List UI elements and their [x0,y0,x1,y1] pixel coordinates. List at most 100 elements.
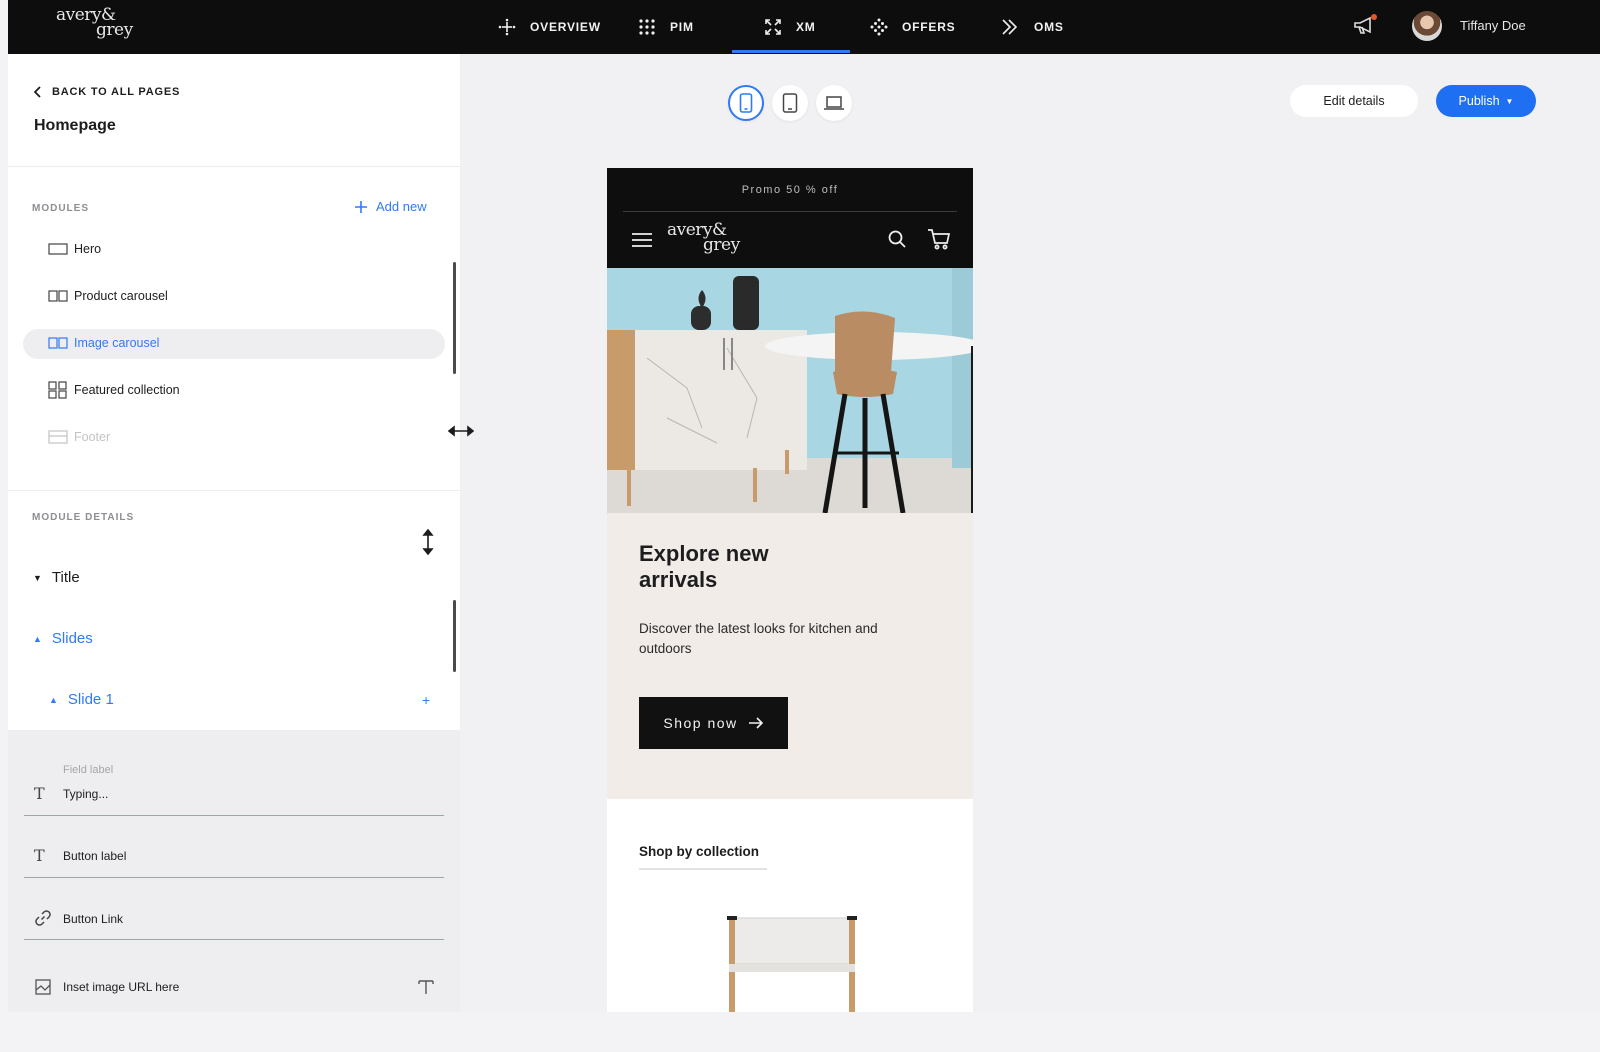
brand-logo[interactable]: avery& grey [56,7,133,40]
back-link-label: BACK TO ALL PAGES [52,86,181,98]
move-icon [498,18,516,36]
module-label: Featured collection [74,383,180,397]
publish-label: Publish [1458,94,1500,108]
announcement-icon[interactable] [1352,13,1380,39]
tree-item-slide-1[interactable]: ▲ Slide 1 [49,691,114,708]
field-value: Button label [63,849,127,863]
nav-item-label: XM [796,20,816,34]
diamond-dots-icon [870,18,888,36]
module-label: Image carousel [74,336,160,350]
add-new-module-button[interactable]: Add new [354,199,427,214]
hero-module-icon [48,243,68,255]
grid-dots-icon [639,19,655,35]
top-navigation-bar: avery& grey OVERVIEW PIM XM OFFERS OMS T… [8,0,1600,54]
laptop-icon [824,96,844,110]
divider [8,490,460,491]
shop-now-button[interactable]: Shop now [639,697,788,749]
tree-item-slides[interactable]: ▲ Slides [33,630,93,647]
nav-active-indicator [732,50,850,53]
cart-icon [928,229,951,250]
publish-button[interactable]: Publish ▼ [1436,85,1536,117]
tree-item-title[interactable]: ▼ Title [33,569,80,586]
expand-arrows-icon [765,19,781,35]
text-format-icon[interactable] [417,978,435,996]
tree-item-label: Title [51,569,80,586]
field-value: Button Link [63,912,124,926]
xm-page-editor: avery& grey OVERVIEW PIM XM OFFERS OMS T… [8,0,1600,1012]
nav-item-label: OMS [1034,20,1064,34]
nav-item-label: OFFERS [902,20,956,34]
module-item-image-carousel[interactable]: Image carousel [48,336,159,350]
text-icon: T [34,846,45,865]
preview-brand-logo: avery& grey [667,222,740,255]
field-value: Inset image URL here [63,980,180,994]
avatar[interactable] [1412,11,1442,41]
add-new-label: Add new [376,199,427,214]
shop-by-collection-title: Shop by collection [639,844,760,859]
left-sidebar: BACK TO ALL PAGES Homepage MODULES Add n… [8,54,474,1012]
caret-down-icon: ▼ [33,572,42,583]
carousel-module-icon [48,337,68,349]
mobile-icon [739,93,753,113]
mobile-page-preview[interactable]: Promo 50 % off avery& grey Explore new a… [607,168,973,1012]
hero-description: Discover the latest looks for kitchen an… [639,621,878,656]
resize-horizontal-icon[interactable] [448,424,474,438]
shop-now-label: Shop now [663,715,738,731]
hero-title: Explore new arrivals [639,541,769,592]
hero-image [607,268,973,513]
text-icon: T [34,784,45,803]
user-name[interactable]: Tiffany Doe [1460,18,1526,33]
tree-item-label: Slides [51,630,93,647]
brand-logo-line2: grey [96,20,133,40]
tree-item-label: Slide 1 [67,691,114,708]
device-desktop-button[interactable] [816,85,852,121]
edit-details-button[interactable]: Edit details [1290,85,1418,117]
nav-item-xm[interactable]: XM [764,0,816,54]
caret-up-icon: ▲ [33,633,42,644]
promo-banner: Promo 50 % off [607,168,973,212]
tablet-icon [782,93,798,113]
field-heading[interactable]: Field label T Typing... [24,730,444,816]
plus-icon [355,200,367,213]
hero-content: Explore new arrivals Discover the latest… [607,513,973,799]
module-details-section-label: MODULE DETAILS [32,512,135,523]
carousel-module-icon [48,290,68,302]
link-icon [35,910,51,926]
nav-item-pim[interactable]: PIM [638,0,694,54]
caret-down-icon: ▼ [1505,96,1514,106]
edit-details-label: Edit details [1323,94,1385,108]
hamburger-menu-icon [632,233,652,247]
divider [8,166,460,167]
device-tablet-button[interactable] [772,85,808,121]
module-item-product-carousel[interactable]: Product carousel [48,289,168,303]
chevrons-right-icon [1002,19,1018,35]
arrow-right-icon [748,717,763,729]
modules-scrollbar[interactable] [453,262,456,374]
field-value: Typing... [63,787,109,801]
collection-title-underline [639,868,767,870]
module-label: Product carousel [74,289,168,303]
field-label: Field label [63,764,114,776]
product-image [727,916,857,1012]
nav-item-label: OVERVIEW [530,20,601,34]
nav-item-offers[interactable]: OFFERS [870,0,955,54]
footer-module-icon [48,430,68,444]
details-scrollbar[interactable] [453,600,456,672]
brand-logo-line2: grey [703,235,740,255]
resize-vertical-icon[interactable] [421,529,435,555]
modules-section-label: MODULES [32,203,89,214]
module-item-hero[interactable]: Hero [48,242,101,256]
back-to-all-pages-link[interactable]: BACK TO ALL PAGES [34,86,180,98]
furniture-illustration [607,268,973,513]
field-image-url[interactable]: Inset image URL here [24,940,444,1012]
search-icon [888,230,906,248]
module-item-featured-collection[interactable]: Featured collection [48,381,180,399]
grid-module-icon [48,381,67,399]
field-button-label[interactable]: T Button label [24,816,444,878]
nav-item-oms[interactable]: OMS [1000,0,1064,54]
device-mobile-button[interactable] [728,85,764,121]
nav-item-overview[interactable]: OVERVIEW [498,0,601,54]
module-item-footer[interactable]: Footer [48,430,110,444]
field-button-link[interactable]: Button Link [24,878,444,940]
add-slide-icon[interactable]: + [422,692,430,708]
